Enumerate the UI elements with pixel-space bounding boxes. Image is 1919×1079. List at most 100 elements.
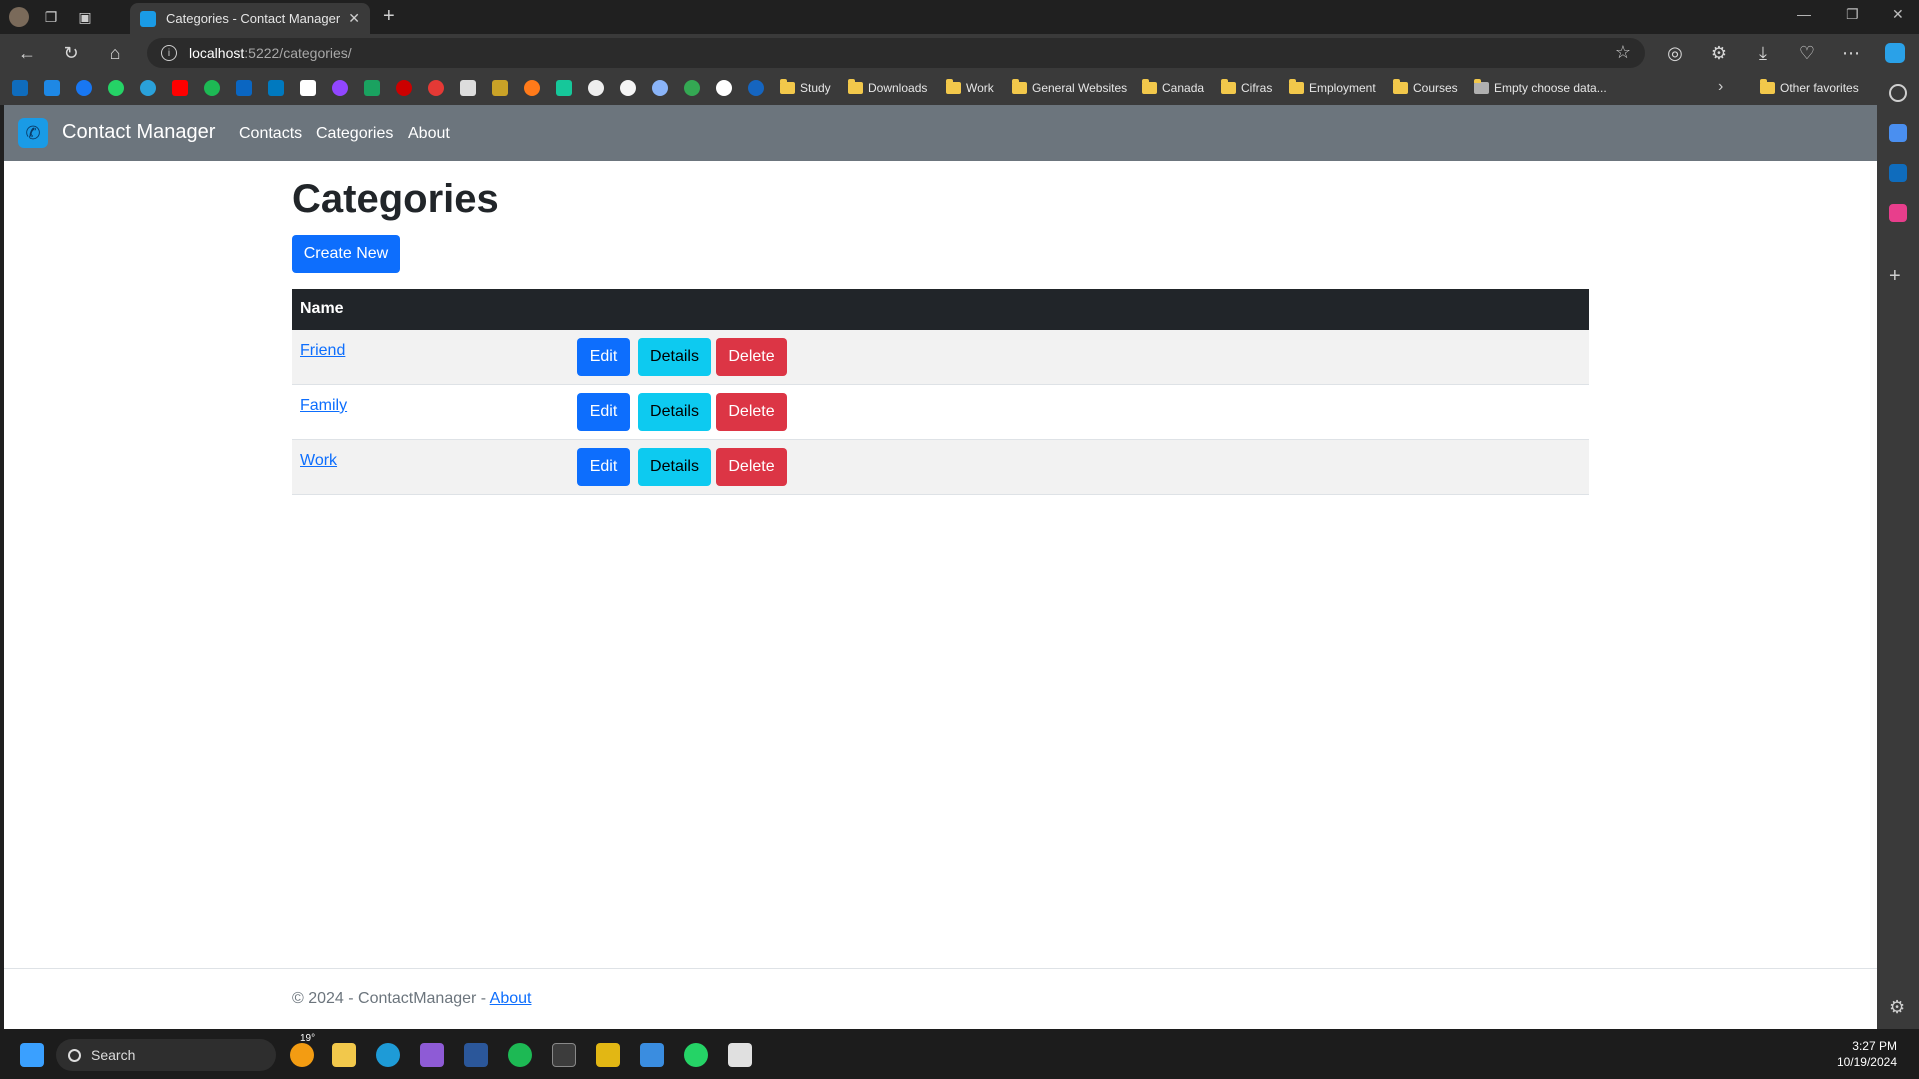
workspaces-icon[interactable]: ❐: [40, 6, 62, 28]
favorite-folder-canada[interactable]: Canada: [1142, 79, 1204, 95]
taskbar-search[interactable]: Search: [56, 1039, 276, 1071]
onedrive-favicon-icon[interactable]: [44, 80, 60, 96]
tab-actions-icon[interactable]: ▣: [74, 6, 96, 28]
add-sidebar-app-icon[interactable]: +: [1889, 266, 1907, 286]
favorite-empty-choose-data[interactable]: Empty choose data...: [1474, 79, 1607, 95]
address-bar[interactable]: i localhost:5222/categories/ ☆: [147, 38, 1645, 68]
footer-about-link[interactable]: About: [490, 990, 532, 1007]
details-button[interactable]: Details: [638, 338, 711, 376]
linkedin-favicon-icon[interactable]: [236, 80, 252, 96]
sidebar-settings-icon[interactable]: ⚙: [1889, 998, 1907, 1016]
search-icon[interactable]: [1889, 84, 1907, 102]
bird-favicon-icon[interactable]: [428, 80, 444, 96]
favorite-folder-employment[interactable]: Employment: [1289, 79, 1376, 95]
spotify-icon[interactable]: [508, 1043, 532, 1067]
favorite-folder-general-websites[interactable]: General Websites: [1012, 79, 1127, 95]
phone-logo-icon[interactable]: ✆: [18, 118, 48, 148]
system-clock[interactable]: 3:27 PM 10/19/2024: [1837, 1038, 1897, 1070]
copilot-icon[interactable]: [1884, 42, 1906, 64]
office-icon[interactable]: [1889, 204, 1907, 222]
outlook-icon[interactable]: [1889, 164, 1907, 182]
shopping-tag-icon[interactable]: [1889, 124, 1907, 142]
windows-start-icon[interactable]: [20, 1043, 44, 1067]
minimize-icon[interactable]: —: [1797, 6, 1811, 22]
spotify-favicon-icon[interactable]: [204, 80, 220, 96]
category-link-family[interactable]: Family: [300, 397, 347, 415]
site-navbar: ✆ Contact Manager Contacts Categories Ab…: [4, 105, 1877, 161]
red-favicon-icon[interactable]: [396, 80, 412, 96]
whatsapp-icon[interactable]: [684, 1043, 708, 1067]
browser-tab-active[interactable]: Categories - Contact Manager ✕: [130, 3, 370, 34]
details-button[interactable]: Details: [638, 393, 711, 431]
create-new-button[interactable]: Create New: [292, 235, 400, 273]
telegram-favicon-icon[interactable]: [140, 80, 156, 96]
github-favicon-icon[interactable]: [620, 80, 636, 96]
edit-button[interactable]: Edit: [577, 338, 630, 376]
favorite-folder-study[interactable]: Study: [780, 79, 831, 95]
green-favicon-icon[interactable]: [684, 80, 700, 96]
categories-table: Name Friend Edit Details Delete Family E…: [292, 289, 1589, 495]
gitlab-favicon-icon[interactable]: [524, 80, 540, 96]
twitch-favicon-icon[interactable]: [332, 80, 348, 96]
nav-link-categories[interactable]: Categories: [316, 125, 393, 143]
refresh-icon[interactable]: ↻: [60, 42, 82, 64]
folder-icon: [1289, 79, 1304, 94]
back-icon[interactable]: ←: [16, 42, 38, 64]
more-menu-icon[interactable]: ⋯: [1840, 42, 1862, 64]
google-favicon-icon[interactable]: [716, 80, 732, 96]
whatsapp-favicon-icon[interactable]: [108, 80, 124, 96]
gold-favicon-icon[interactable]: [492, 80, 508, 96]
trello-favicon-icon[interactable]: [268, 80, 284, 96]
edit-button[interactable]: Edit: [577, 393, 630, 431]
file-explorer-icon[interactable]: [332, 1043, 356, 1067]
c-favicon-icon[interactable]: [748, 80, 764, 96]
site-info-icon[interactable]: i: [161, 45, 177, 61]
close-window-icon[interactable]: ✕: [1892, 6, 1904, 23]
facebook-favicon-icon[interactable]: [76, 80, 92, 96]
favorite-folder-work[interactable]: Work: [946, 79, 994, 95]
details-button[interactable]: Details: [638, 448, 711, 486]
favorite-folder-cifras[interactable]: Cifras: [1221, 79, 1272, 95]
snipping-tool-icon[interactable]: [596, 1043, 620, 1067]
favorite-folder-downloads[interactable]: Downloads: [848, 79, 927, 95]
favorites-bar: Study Downloads Work General Websites Ca…: [0, 72, 1919, 105]
reader-favicon-icon[interactable]: [460, 80, 476, 96]
category-link-friend[interactable]: Friend: [300, 342, 345, 360]
favorite-folder-courses[interactable]: Courses: [1393, 79, 1458, 95]
category-link-work[interactable]: Work: [300, 452, 337, 470]
new-tab-icon[interactable]: +: [383, 5, 395, 28]
vuetify-favicon-icon[interactable]: [556, 80, 572, 96]
restore-icon[interactable]: ❐: [1846, 6, 1859, 23]
terminal-icon[interactable]: [552, 1043, 576, 1067]
favorite-folder-other-favorites[interactable]: Other favorites: [1760, 79, 1859, 95]
word-icon[interactable]: [464, 1043, 488, 1067]
delete-button[interactable]: Delete: [716, 393, 787, 431]
amazon-favicon-icon[interactable]: [300, 80, 316, 96]
nav-link-about[interactable]: About: [408, 125, 450, 143]
nav-link-contacts[interactable]: Contacts: [239, 125, 302, 143]
browser-essentials-icon[interactable]: ♡: [1796, 42, 1818, 64]
home-icon[interactable]: ⌂: [104, 42, 126, 64]
visual-studio-icon[interactable]: [420, 1043, 444, 1067]
edit-button[interactable]: Edit: [577, 448, 630, 486]
openai-favicon-icon[interactable]: [588, 80, 604, 96]
extensions-icon[interactable]: ⚙: [1708, 42, 1730, 64]
favorite-star-icon[interactable]: ☆: [1615, 42, 1631, 63]
delete-button[interactable]: Delete: [716, 338, 787, 376]
favorites-overflow-chevron-icon[interactable]: ›: [1718, 78, 1723, 96]
tab-title: Categories - Contact Manager: [166, 11, 341, 26]
app-icon[interactable]: [728, 1043, 752, 1067]
notepad-icon[interactable]: [640, 1043, 664, 1067]
weather-icon[interactable]: [290, 1043, 314, 1067]
edge-icon[interactable]: [376, 1043, 400, 1067]
navbar-brand[interactable]: Contact Manager: [62, 121, 215, 144]
youtube-favicon-icon[interactable]: [172, 80, 188, 96]
outlook-favicon-icon[interactable]: [12, 80, 28, 96]
send-favicon-icon[interactable]: [364, 80, 380, 96]
tab-close-icon[interactable]: ✕: [348, 10, 360, 27]
gemini-favicon-icon[interactable]: [652, 80, 668, 96]
extension-badge-icon[interactable]: ◎: [1664, 42, 1686, 64]
profile-avatar[interactable]: [8, 6, 30, 28]
delete-button[interactable]: Delete: [716, 448, 787, 486]
downloads-icon[interactable]: ⤓: [1752, 42, 1774, 64]
